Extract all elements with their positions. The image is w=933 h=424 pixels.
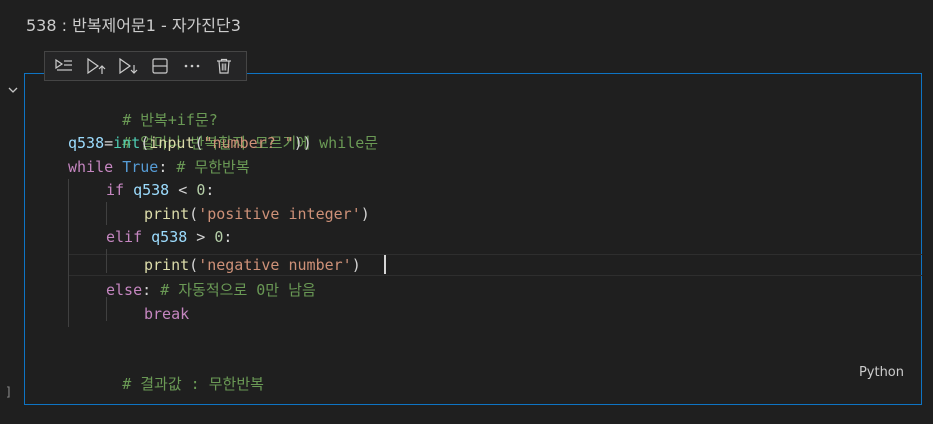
code-string: "number? " [203, 134, 294, 152]
split-cell-icon[interactable] [147, 54, 173, 78]
code-operator: > [187, 228, 215, 246]
code-line: print('positive integer') [144, 203, 370, 227]
more-actions-icon[interactable] [179, 54, 205, 78]
code-keyword: while [68, 157, 114, 176]
text-cursor [384, 255, 386, 274]
code-punct: : [142, 281, 161, 299]
code-variable: q538 [133, 181, 170, 199]
run-by-line-icon[interactable] [51, 54, 77, 78]
code-keyword: break [144, 304, 190, 323]
code-punct: ) [351, 255, 361, 274]
code-keyword: if [106, 181, 125, 199]
run-below-icon[interactable] [115, 54, 141, 78]
code-line: # 반복+if문? [68, 85, 218, 129]
indent-guide [68, 179, 69, 327]
code-keyword: elif [106, 228, 143, 246]
code-punct: ( [189, 255, 199, 274]
code-string: 'positive integer' [198, 204, 361, 223]
cell-heading: 538 : 반복제어문1 - 자가진단3 [26, 16, 241, 35]
code-string: 'negative number' [198, 255, 352, 274]
code-punct: ) [360, 204, 370, 223]
indent-guide [106, 249, 107, 273]
code-operator: < [169, 181, 197, 199]
code-editor[interactable]: # 반복+if문? # 얼마나 반복할지 모르기에 while문 q538=in… [43, 85, 922, 393]
code-punct: )) [293, 134, 312, 152]
delete-cell-icon[interactable] [211, 54, 237, 78]
code-line: # 결과값 : 무한반복 [68, 350, 264, 393]
code-line: q538=int(input("number? ")) [68, 132, 312, 156]
run-above-icon[interactable] [83, 54, 109, 78]
code-function: input [149, 134, 195, 152]
code-number: 0 [196, 181, 206, 199]
chevron-down-icon[interactable] [7, 81, 19, 93]
code-line: elif q538 > 0: [106, 226, 232, 250]
code-line: while True: # 무한반복 [68, 156, 250, 180]
code-line: # 얼마나 반복할지 모르기에 while문 [68, 109, 378, 152]
code-variable: q538 [151, 228, 188, 246]
code-punct: : [223, 228, 233, 246]
notebook-view: 538 : 반복제어문1 - 자가진단3 ] Python # 반복+if문? … [0, 0, 933, 424]
code-punct: : [205, 181, 215, 199]
code-punct: ( [189, 204, 199, 223]
code-comment: # 무한반복 [176, 157, 250, 176]
code-keyword: else [106, 281, 143, 299]
code-function: print [144, 204, 190, 223]
code-variable: q538 [68, 134, 105, 152]
code-line: print('negative number') [144, 254, 361, 278]
code-punct: : [158, 157, 177, 176]
code-constant: True [122, 157, 159, 176]
execution-bracket: ] [5, 385, 13, 399]
code-operator: = [104, 134, 114, 152]
code-punct: ( [140, 134, 150, 152]
code-function: print [144, 255, 190, 274]
code-line: else: # 자동적으로 0만 남음 [106, 279, 316, 303]
code-builtin: int [113, 134, 141, 152]
code-comment: # 자동적으로 0만 남음 [160, 281, 316, 299]
indent-guide [106, 202, 107, 225]
code-line: if q538 < 0: [106, 179, 214, 203]
cell-toolbar [44, 51, 247, 81]
code-line: break [144, 303, 189, 327]
code-comment: # 결과값 : 무한반복 [122, 375, 264, 393]
